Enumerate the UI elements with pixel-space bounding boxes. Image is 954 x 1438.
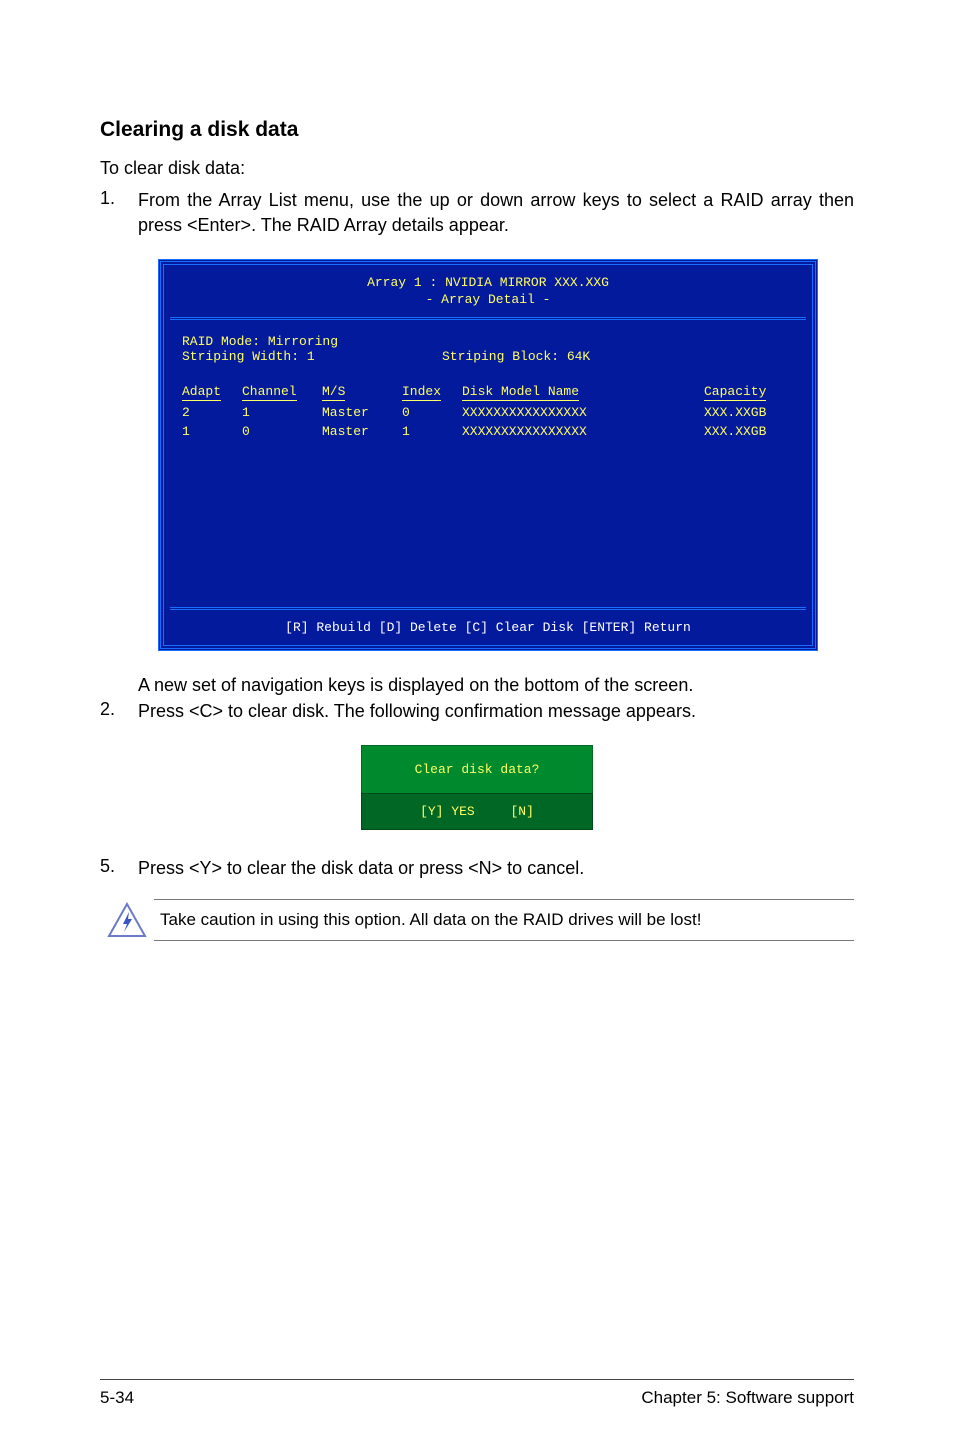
step-1-number: 1.: [100, 188, 138, 237]
caution-text: Take caution in using this option. All d…: [154, 899, 854, 941]
confirm-dialog: Clear disk data? [Y] YES [N]: [100, 745, 854, 830]
bios-title-line2: - Array Detail -: [426, 292, 551, 307]
col-ms: M/S: [322, 382, 402, 403]
col-channel: Channel: [242, 382, 322, 403]
bios-striping-width: Striping Width: 1: [182, 349, 442, 364]
section-heading: Clearing a disk data: [100, 118, 854, 142]
caution-note: Take caution in using this option. All d…: [100, 899, 854, 941]
page-footer: 5-34 Chapter 5: Software support: [100, 1379, 854, 1438]
col-adapt: Adapt: [182, 382, 242, 403]
col-capacity: Capacity: [704, 382, 794, 403]
step-2: 2. Press <C> to clear disk. The followin…: [100, 699, 854, 723]
step-5: 5. Press <Y> to clear the disk data or p…: [100, 856, 854, 880]
chapter-label: Chapter 5: Software support: [641, 1388, 854, 1408]
bios-raid-mode: RAID Mode: Mirroring: [182, 334, 794, 349]
dialog-yes: [Y] YES: [420, 804, 475, 819]
step-1: 1. From the Array List menu, use the up …: [100, 188, 854, 237]
bios-title-line1: Array 1 : NVIDIA MIRROR XXX.XXG: [367, 275, 609, 290]
page-number: 5-34: [100, 1388, 134, 1408]
bios-screenshot: Array 1 : NVIDIA MIRROR XXX.XXG - Array …: [158, 259, 818, 651]
table-row: 2 1 Master 0 XXXXXXXXXXXXXXXX XXX.XXGB: [182, 403, 794, 422]
bios-striping-block: Striping Block: 64K: [442, 349, 590, 364]
lightning-warning-icon: [100, 902, 154, 938]
step-5-number: 5.: [100, 856, 138, 880]
intro-text: To clear disk data:: [100, 156, 854, 180]
after-bios-note: A new set of navigation keys is displaye…: [100, 673, 854, 697]
bios-footer-keys: [R] Rebuild [D] Delete [C] Clear Disk [E…: [164, 612, 812, 645]
step-2-body: Press <C> to clear disk. The following c…: [138, 699, 854, 723]
step-1-body: From the Array List menu, use the up or …: [138, 188, 854, 237]
bios-title: Array 1 : NVIDIA MIRROR XXX.XXG - Array …: [164, 265, 812, 315]
step-5-body: Press <Y> to clear the disk data or pres…: [138, 856, 854, 880]
table-row: 1 0 Master 1 XXXXXXXXXXXXXXXX XXX.XXGB: [182, 422, 794, 441]
bios-disk-table: Adapt Channel M/S Index Disk Model Name …: [182, 382, 794, 441]
step-2-number: 2.: [100, 699, 138, 723]
dialog-title: Clear disk data?: [361, 745, 593, 793]
col-index: Index: [402, 382, 462, 403]
col-model: Disk Model Name: [462, 382, 704, 403]
dialog-no: [N]: [511, 804, 534, 819]
